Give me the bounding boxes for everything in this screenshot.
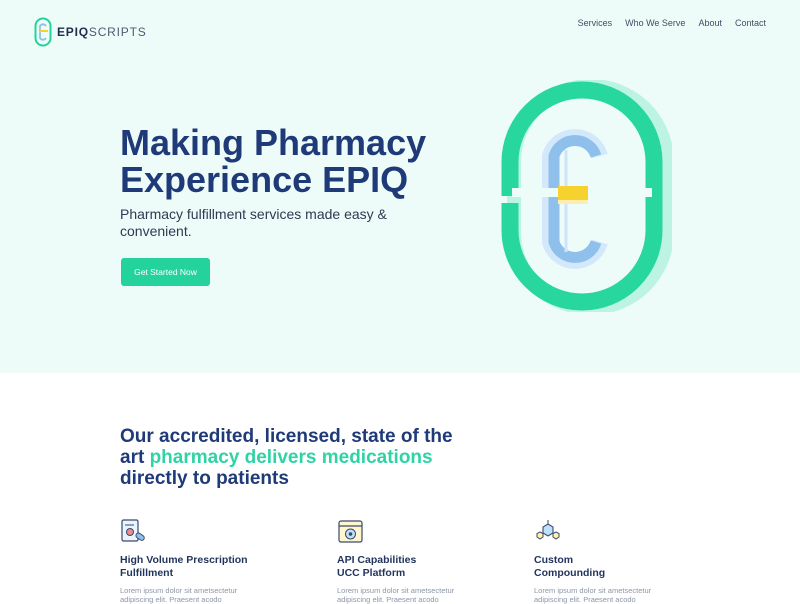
- feature-card-compounding: Custom Compounding Lorem ipsum dolor sit …: [534, 518, 709, 604]
- nav-services[interactable]: Services: [578, 18, 613, 28]
- feature-description: Lorem ipsum dolor sit ametsectetur adipis…: [534, 586, 652, 604]
- api-window-icon: [338, 520, 363, 543]
- feature-title: High Volume Prescription Fulfillment: [120, 554, 248, 579]
- intro-line2-a: art: [120, 447, 150, 468]
- hero-subtext-line1: Pharmacy fulfillment services made easy …: [120, 206, 387, 222]
- nav-contact[interactable]: Contact: [735, 18, 766, 28]
- epiq-hero-logo-graphic: [501, 80, 672, 312]
- feature-title: Custom Compounding: [534, 554, 606, 579]
- brand-wordmark: EPIQSCRIPTS: [57, 25, 147, 39]
- feature-description: Lorem ipsum dolor sit ametsectetur adipis…: [120, 586, 238, 604]
- intro-line3: directly to patients: [120, 468, 289, 489]
- epiq-logo-icon: [34, 17, 52, 47]
- hero-headline: Making Pharmacy Experience EPIQ: [120, 124, 480, 198]
- brand-logo[interactable]: EPIQSCRIPTS: [34, 17, 147, 47]
- feature-card-api: API Capabilities UCC Platform Lorem ipsum…: [337, 518, 512, 604]
- feature-card-prescription: High Volume Prescription Fulfillment Lore…: [120, 518, 295, 604]
- hero-headline-line1: Making Pharmacy: [120, 122, 427, 163]
- top-navigation: Services Who We Serve About Contact: [578, 18, 766, 28]
- get-started-button[interactable]: Get Started Now: [121, 258, 210, 286]
- molecule-icon: [536, 520, 560, 540]
- hero-headline-line2: Experience EPIQ: [120, 159, 409, 200]
- prescription-document-icon: [121, 519, 145, 542]
- nav-about[interactable]: About: [698, 18, 722, 28]
- feature-title: API Capabilities UCC Platform: [337, 554, 417, 579]
- services-section: Our accredited, licensed, state of the a…: [0, 373, 800, 604]
- hero-subtext-line2: convenient.: [120, 223, 192, 239]
- services-intro-heading: Our accredited, licensed, state of the a…: [120, 426, 480, 489]
- nav-who-we-serve[interactable]: Who We Serve: [625, 18, 685, 28]
- intro-line1: Our accredited, licensed, state of the: [120, 426, 453, 447]
- hero-section: EPIQSCRIPTS Services Who We Serve About …: [0, 0, 800, 373]
- hero-subtext: Pharmacy fulfillment services made easy …: [120, 206, 420, 240]
- intro-line2-accent: pharmacy delivers medications: [149, 447, 433, 468]
- feature-description: Lorem ipsum dolor sit ametsectetur adipis…: [337, 586, 455, 604]
